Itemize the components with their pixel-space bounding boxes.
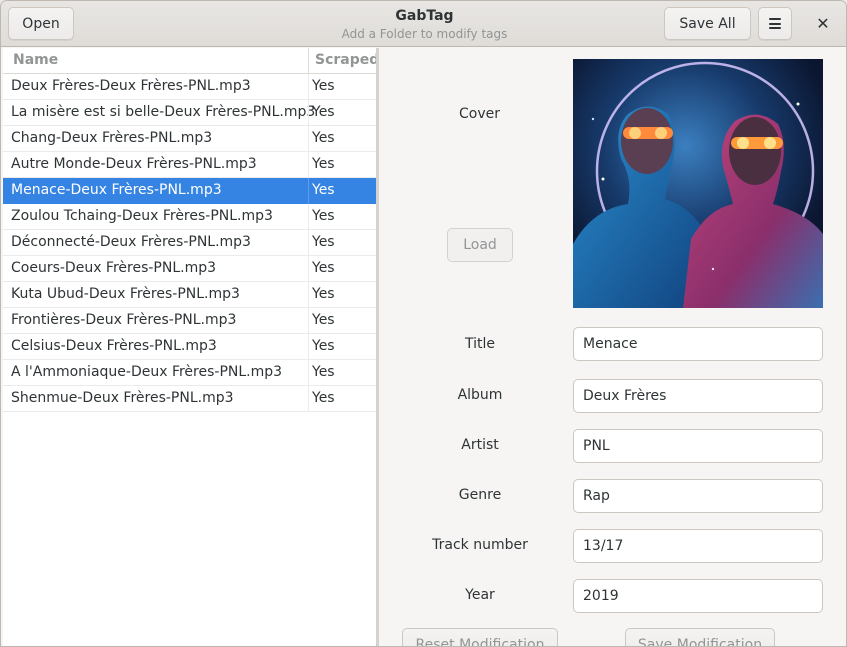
close-button[interactable]: ✕ xyxy=(805,7,841,40)
row-filename: La misère est si belle-Deux Frères-PNL.m… xyxy=(11,104,316,120)
row-scraped: Yes xyxy=(312,182,335,198)
row-filename: Zoulou Tchaing-Deux Frères-PNL.mp3 xyxy=(11,208,273,224)
file-list: Name Scraped Deux Frères-Deux Frères-PNL… xyxy=(3,48,379,646)
title-label: Title xyxy=(464,336,495,352)
row-scraped: Yes xyxy=(312,156,335,172)
row-scraped: Yes xyxy=(312,312,335,328)
column-header-name[interactable]: Name xyxy=(13,52,58,68)
table-row[interactable]: Celsius-Deux Frères-PNL.mp3 Yes xyxy=(3,334,376,360)
track-number-field[interactable]: 13/17 xyxy=(573,529,823,563)
row-filename: A l'Ammoniaque-Deux Frères-PNL.mp3 xyxy=(11,364,283,380)
title-field[interactable]: Menace xyxy=(573,327,823,361)
column-separator xyxy=(308,308,309,334)
table-row[interactable]: Zoulou Tchaing-Deux Frères-PNL.mp3 Yes xyxy=(3,204,376,230)
column-separator xyxy=(308,100,309,126)
row-filename: Coeurs-Deux Frères-PNL.mp3 xyxy=(11,260,217,276)
column-separator xyxy=(308,178,309,204)
row-filename: Déconnecté-Deux Frères-PNL.mp3 xyxy=(11,234,251,250)
column-separator xyxy=(308,48,309,74)
row-filename: Kuta Ubud-Deux Frères-PNL.mp3 xyxy=(11,286,240,302)
column-separator xyxy=(308,334,309,360)
file-rows: Deux Frères-Deux Frères-PNL.mp3 Yes La mi… xyxy=(3,74,376,412)
window-subtitle: Add a Folder to modify tags xyxy=(341,27,508,41)
column-separator xyxy=(308,386,309,412)
column-separator xyxy=(308,74,309,100)
table-row[interactable]: A l'Ammoniaque-Deux Frères-PNL.mp3 Yes xyxy=(3,360,376,386)
row-scraped: Yes xyxy=(312,130,335,146)
menu-button[interactable] xyxy=(758,7,792,40)
row-scraped: Yes xyxy=(312,286,335,302)
table-row[interactable]: Déconnecté-Deux Frères-PNL.mp3 Yes xyxy=(3,230,376,256)
row-scraped: Yes xyxy=(312,338,335,354)
artist-field[interactable]: PNL xyxy=(573,429,823,463)
row-scraped: Yes xyxy=(312,260,335,276)
table-row[interactable]: Coeurs-Deux Frères-PNL.mp3 Yes xyxy=(3,256,376,282)
column-separator xyxy=(308,282,309,308)
header-bar: Open GabTag Add a Folder to modify tags … xyxy=(1,1,846,47)
load-cover-button[interactable]: Load xyxy=(447,228,513,262)
column-separator xyxy=(308,152,309,178)
genre-field[interactable]: Rap xyxy=(573,479,823,513)
table-row[interactable]: Frontières-Deux Frères-PNL.mp3 Yes xyxy=(3,308,376,334)
column-separator xyxy=(308,204,309,230)
table-row[interactable]: Chang-Deux Frères-PNL.mp3 Yes xyxy=(3,126,376,152)
table-row[interactable]: Deux Frères-Deux Frères-PNL.mp3 Yes xyxy=(3,74,376,100)
album-label: Album xyxy=(457,387,503,403)
save-all-button[interactable]: Save All xyxy=(664,7,751,40)
row-filename: Chang-Deux Frères-PNL.mp3 xyxy=(11,130,213,146)
row-filename: Shenmue-Deux Frères-PNL.mp3 xyxy=(11,390,234,406)
list-header: Name Scraped xyxy=(3,48,379,74)
window-title: GabTag xyxy=(395,8,454,24)
reset-modification-button[interactable]: Reset Modification xyxy=(402,628,558,646)
tag-editor: Cover Load Title Menace Album Deux Frère… xyxy=(379,48,846,646)
year-label: Year xyxy=(465,587,495,603)
genre-label: Genre xyxy=(458,487,502,503)
table-row[interactable]: Kuta Ubud-Deux Frères-PNL.mp3 Yes xyxy=(3,282,376,308)
column-separator xyxy=(308,126,309,152)
open-button[interactable]: Open xyxy=(8,7,74,40)
row-filename: Deux Frères-Deux Frères-PNL.mp3 xyxy=(11,78,251,94)
row-filename: Celsius-Deux Frères-PNL.mp3 xyxy=(11,338,217,354)
table-row-selected[interactable]: Menace-Deux Frères-PNL.mp3 Yes xyxy=(3,178,376,204)
row-scraped: Yes xyxy=(312,234,335,250)
column-separator xyxy=(308,360,309,386)
title-block: GabTag Add a Folder to modify tags xyxy=(251,6,598,42)
year-field[interactable]: 2019 xyxy=(573,579,823,613)
cover-image xyxy=(573,59,823,308)
column-separator xyxy=(308,230,309,256)
row-filename: Frontières-Deux Frères-PNL.mp3 xyxy=(11,312,237,328)
close-icon: ✕ xyxy=(816,14,830,33)
artist-label: Artist xyxy=(461,437,499,453)
save-modification-button[interactable]: Save Modification xyxy=(625,628,775,646)
row-scraped: Yes xyxy=(312,208,335,224)
table-row[interactable]: La misère est si belle-Deux Frères-PNL.m… xyxy=(3,100,376,126)
app-window: Open GabTag Add a Folder to modify tags … xyxy=(0,0,847,647)
cover-label: Cover xyxy=(459,106,500,122)
album-field[interactable]: Deux Frères xyxy=(573,379,823,413)
row-filename: Autre Monde-Deux Frères-PNL.mp3 xyxy=(11,156,257,172)
table-row[interactable]: Autre Monde-Deux Frères-PNL.mp3 Yes xyxy=(3,152,376,178)
row-scraped: Yes xyxy=(312,78,335,94)
column-header-scraped[interactable]: Scraped xyxy=(315,52,379,68)
album-art-illustration xyxy=(573,59,823,308)
row-scraped: Yes xyxy=(312,364,335,380)
table-row[interactable]: Shenmue-Deux Frères-PNL.mp3 Yes xyxy=(3,386,376,412)
column-separator xyxy=(308,256,309,282)
row-scraped: Yes xyxy=(312,104,335,120)
track-number-label: Track number xyxy=(432,537,528,553)
row-scraped: Yes xyxy=(312,390,335,406)
hamburger-icon xyxy=(769,18,781,29)
row-filename: Menace-Deux Frères-PNL.mp3 xyxy=(11,182,222,198)
